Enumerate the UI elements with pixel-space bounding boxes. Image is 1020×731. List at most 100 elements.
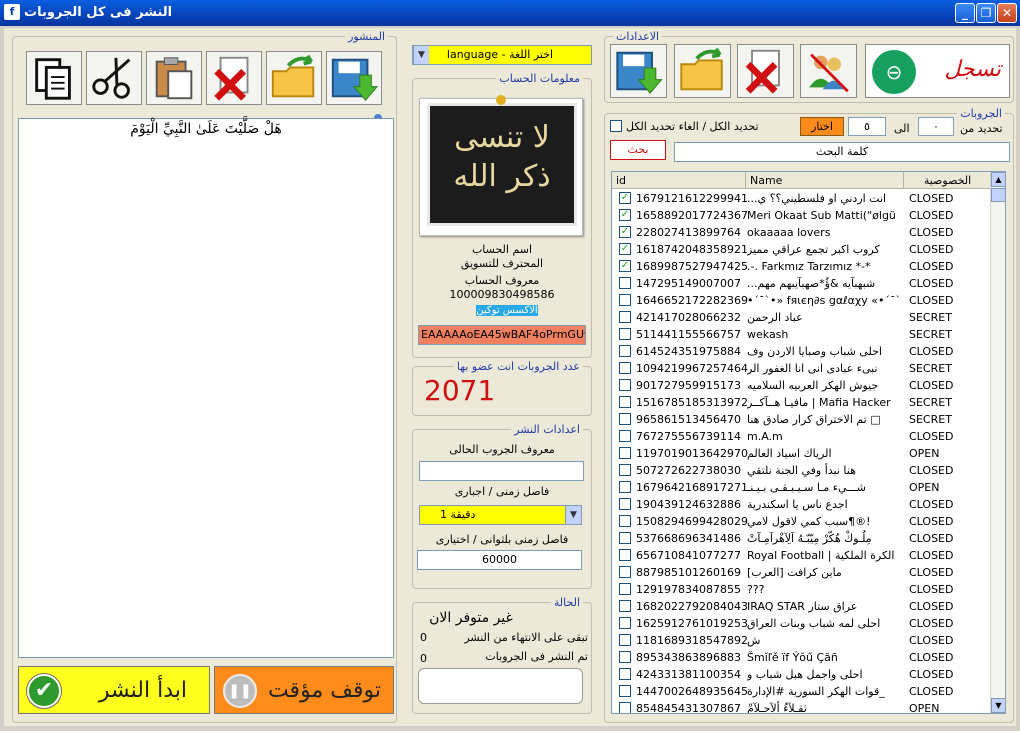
table-scrollbar[interactable]: ▲ ▼ [990, 172, 1005, 713]
row-checkbox[interactable] [619, 481, 631, 493]
row-checkbox[interactable] [619, 362, 631, 374]
row-checkbox[interactable]: ✓ [619, 260, 631, 272]
table-row[interactable]: 1516785185313972 مافيـا هــآكــر | Mafia … [612, 394, 992, 411]
row-checkbox[interactable] [619, 566, 631, 578]
row-checkbox[interactable] [619, 600, 631, 612]
row-checkbox[interactable] [619, 532, 631, 544]
row-checkbox[interactable] [619, 634, 631, 646]
table-row[interactable]: ✓ 1679121612299941 ...انت اردني او فلسطيني… [612, 190, 992, 207]
scroll-up-icon[interactable]: ▲ [991, 172, 1005, 187]
table-row[interactable]: 614524351975884 احلى شباب وصبايا الاردن و… [612, 343, 992, 360]
row-checkbox[interactable] [619, 277, 631, 289]
table-row[interactable]: ✓ 228027413899764 okaaaaa lovers CLOSED [612, 224, 992, 241]
start-posting-button[interactable]: ✔ ابدأ النشر [18, 666, 210, 714]
interval-select[interactable]: دقيقة 1 ▼ [419, 505, 582, 525]
table-row[interactable]: 901727959915173 جيوش الهكر العربيه السلام… [612, 377, 992, 394]
table-row[interactable]: 129197834087855??? CLOSED [612, 581, 992, 598]
table-row[interactable]: 1625912761019253 احلى لمه شباب وبنات العر… [612, 615, 992, 632]
table-row[interactable]: 421417028066232 عباد الرحمن SECRET [612, 309, 992, 326]
access-token-field[interactable]: EAAAAAoEA45wBAF4oPrmGUvDlC [418, 325, 586, 345]
maximize-button[interactable]: ❐ [976, 3, 996, 23]
table-row[interactable]: 1646652172282369 •´¯`•» fяιєη∂ѕ gαℓαχу «•… [612, 292, 992, 309]
table-row[interactable]: 887985101260169 [ماين كرافت [العرب CLOSED [612, 564, 992, 581]
post-editor[interactable]: هَلْ صَلَّيْتَ عَلَىٰ النَّبِيِّ الْيَوْ… [18, 118, 394, 658]
minimize-button[interactable]: _ [955, 3, 975, 23]
table-row[interactable]: 1181689318547892 ش CLOSED [612, 632, 992, 649]
paste-button[interactable] [146, 51, 202, 105]
copy-button[interactable] [26, 51, 82, 105]
table-row[interactable]: 895343863896883 Šmĭľě ïf Ýŏű Çăñ CLOSED [612, 649, 992, 666]
select-from-field[interactable]: ٠ [918, 117, 954, 136]
table-row[interactable]: ✓ 1689987527947425 .-. Farkmız Tarzımız *-… [612, 258, 992, 275]
table-row[interactable]: 537668696341486 مِلُـوكْ هُكّرْ مِيّبّـهُ… [612, 530, 992, 547]
table-row[interactable]: 147295149007007 ...شبهبآيه &ؤُ*صهبآيبهم م… [612, 275, 992, 292]
table-row[interactable]: 1682022792084043 IRAQ STAR عراق ستار CLOSE… [612, 598, 992, 615]
row-checkbox[interactable] [619, 413, 631, 425]
table-row[interactable]: 511441155566757 wekash SECRET [612, 326, 992, 343]
row-checkbox[interactable]: ✓ [619, 243, 631, 255]
row-checkbox[interactable] [619, 396, 631, 408]
select-to-field[interactable]: ٥ [848, 117, 886, 136]
row-checkbox[interactable] [619, 464, 631, 476]
current-group-field[interactable] [419, 461, 584, 481]
login-button[interactable]: ⊖ تسجل [865, 44, 1010, 98]
row-checkbox[interactable] [619, 685, 631, 697]
choose-button[interactable]: اختار [800, 117, 844, 136]
row-checkbox[interactable] [619, 379, 631, 391]
table-row[interactable]: 1094219967257464 نبىء عبادى انى انا الغفو… [612, 360, 992, 377]
scroll-down-icon[interactable]: ▼ [991, 698, 1005, 713]
row-checkbox[interactable] [619, 311, 631, 323]
select-all-checkbox[interactable] [610, 120, 622, 132]
table-row[interactable]: 424331381100354 احلى واجمل هبل شباب و CLOS… [612, 666, 992, 683]
header-id[interactable]: id [612, 172, 746, 189]
header-name[interactable]: Name [746, 172, 904, 189]
table-row[interactable]: 1508294699428029 سبب كمي لاقول لامي¶®! CLO… [612, 513, 992, 530]
remove-users-button[interactable] [800, 44, 857, 98]
row-checkbox[interactable] [619, 651, 631, 663]
row-checkbox[interactable] [619, 498, 631, 510]
row-checkbox[interactable] [619, 430, 631, 442]
table-row[interactable]: 507272622738030 هنا نبدأ وفي الجنة نلتقي C… [612, 462, 992, 479]
ms-interval-field[interactable]: 60000 [417, 550, 582, 570]
table-row[interactable]: 190439124632886 اجدع ناس يا اسكندرية CLOSE… [612, 496, 992, 513]
search-input[interactable]: كلمة البحث [674, 142, 1010, 162]
table-row[interactable]: 1447002648935645 قوات الهكر السورية #الإد… [612, 683, 992, 700]
table-row[interactable]: 1197019013642970 الرياك اسياد العالم OPEN [612, 445, 992, 462]
row-checkbox[interactable]: ✓ [619, 192, 631, 204]
scroll-thumb[interactable] [991, 188, 1005, 202]
row-checkbox[interactable] [619, 345, 631, 357]
table-row[interactable]: 1679642168917271 شـــيء مـا سـيـبـقـى بـي… [612, 479, 992, 496]
table-row[interactable]: 656710841077277 Royal Football | الكرة ال… [612, 547, 992, 564]
row-checkbox[interactable] [619, 549, 631, 561]
row-checkbox[interactable] [619, 328, 631, 340]
row-checkbox[interactable] [619, 447, 631, 459]
row-checkbox[interactable] [619, 617, 631, 629]
save-post-button[interactable] [326, 51, 382, 105]
row-checkbox[interactable] [619, 702, 631, 713]
pause-button[interactable]: ❚❚ توقف مؤقت [214, 666, 394, 714]
table-row[interactable]: 854845431307867 ثقـلآءُ ألآحِـلآمْ OPEN [612, 700, 992, 713]
row-checkbox[interactable] [619, 515, 631, 527]
table-row[interactable]: ✓ 1618742048358921 كروب اكبر تجمع عراقي مم… [612, 241, 992, 258]
row-checkbox[interactable] [619, 294, 631, 306]
search-button[interactable]: بحث [610, 140, 666, 160]
cut-button[interactable] [86, 51, 142, 105]
status-label: الحالة [550, 596, 583, 609]
table-row[interactable]: 767275556739114 m.A.m CLOSED [612, 428, 992, 445]
table-row[interactable]: ✓ 1658892017724367 Meri Okaat Sub Matti("ø… [612, 207, 992, 224]
load-settings-button[interactable] [674, 44, 731, 98]
row-privacy: SECRET [909, 311, 952, 324]
header-privacy[interactable]: الخصوصية [904, 172, 992, 189]
open-file-button[interactable] [266, 51, 322, 105]
row-checkbox[interactable] [619, 583, 631, 595]
delete-settings-button[interactable] [737, 44, 794, 98]
delete-text-button[interactable] [206, 51, 262, 105]
close-button[interactable]: ✕ [997, 3, 1017, 23]
row-checkbox[interactable]: ✓ [619, 209, 631, 221]
row-checkbox[interactable]: ✓ [619, 226, 631, 238]
post-text[interactable]: هَلْ صَلَّيْتَ عَلَىٰ النَّبِيِّ الْيَوْ… [19, 121, 393, 137]
language-select[interactable]: اختر اللغة - language ▼ [412, 45, 592, 65]
row-checkbox[interactable] [619, 668, 631, 680]
table-row[interactable]: 965861513456470 تم الاختراق كرار صادق هنا… [612, 411, 992, 428]
save-settings-button[interactable] [610, 44, 667, 98]
